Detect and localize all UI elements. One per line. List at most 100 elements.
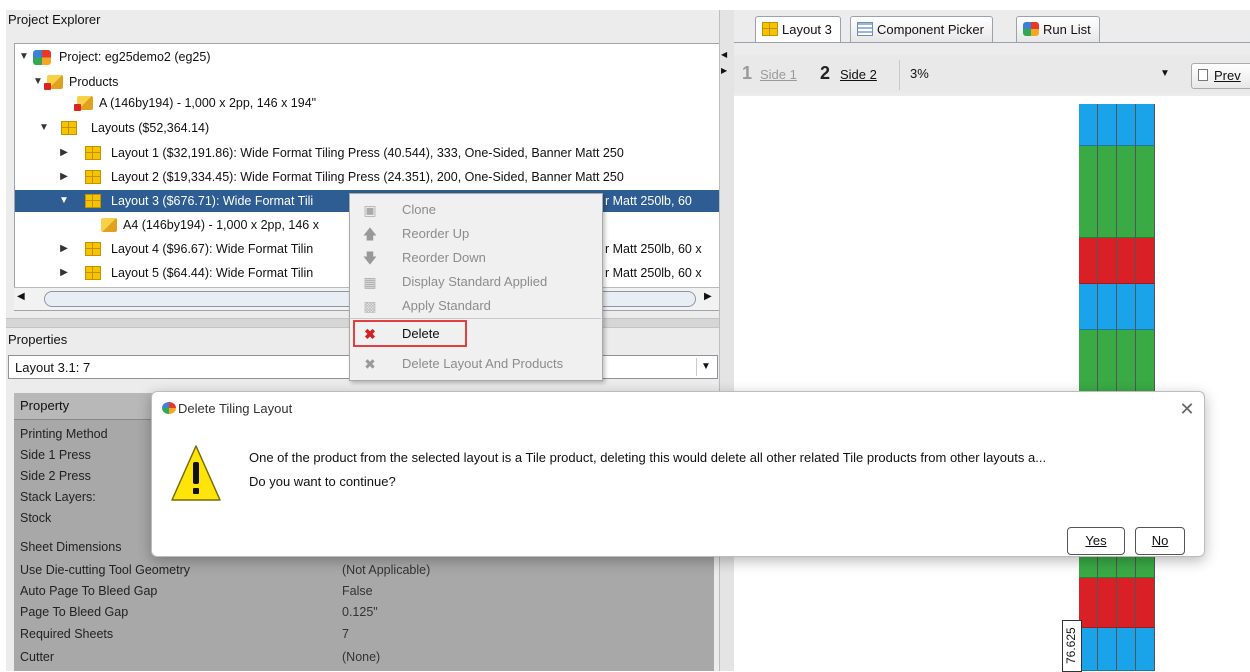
tile-cell <box>1117 146 1136 238</box>
menu-item-reorder-up[interactable]: 🡅 Reorder Up <box>350 222 602 246</box>
prop-label: Side 2 Press <box>20 469 91 483</box>
app-icon <box>162 402 176 414</box>
prop-label: Auto Page To Bleed Gap <box>20 584 158 598</box>
tab-bar-divider <box>734 42 1250 43</box>
prop-label: Sheet Dimensions <box>20 540 122 554</box>
side-1-number[interactable]: 1 <box>742 63 752 84</box>
no-button[interactable]: No <box>1135 527 1185 555</box>
dialog-title: Delete Tiling Layout <box>178 401 293 416</box>
project-explorer-title: Project Explorer <box>8 12 101 27</box>
tree-label-layout-2: Layout 2 ($19,334.45): Wide Format Tilin… <box>111 170 624 184</box>
layout-icon <box>85 266 101 280</box>
clone-icon: ▣ <box>363 202 377 218</box>
scroll-right-arrow-icon[interactable]: ▶ <box>704 291 712 302</box>
splitter-collapse-icon[interactable]: ◀ <box>721 50 727 59</box>
chevron-down-icon[interactable]: ▼ <box>1160 68 1170 79</box>
tab-component-picker[interactable]: Component Picker <box>850 16 993 43</box>
layout-icon <box>85 194 101 208</box>
expanded-triangle-icon[interactable]: ▼ <box>33 71 43 93</box>
collapsed-triangle-icon[interactable]: ▶ <box>59 262 69 284</box>
tab-run-list[interactable]: Run List <box>1016 16 1100 43</box>
splitter-expand-icon[interactable]: ▶ <box>721 66 727 75</box>
tree-label-layout-3: Layout 3 ($676.71): Wide Format Tili <box>111 194 314 208</box>
standard-display-icon: ▦ <box>363 274 377 290</box>
menu-item-display-standard-applied[interactable]: ▦ Display Standard Applied <box>350 270 602 294</box>
toolbar-separator <box>899 60 900 90</box>
menu-label: Reorder Up <box>402 226 470 241</box>
zoom-value: 3% <box>910 66 929 81</box>
zoom-dropdown[interactable]: 3% ▼ <box>906 63 1180 87</box>
tile-cell <box>1098 146 1117 238</box>
property-column-header: Property <box>20 398 70 413</box>
menu-label: Delete Layout And Products <box>402 356 564 371</box>
prop-value[interactable]: 7 <box>342 624 349 644</box>
expanded-triangle-icon[interactable]: ▼ <box>19 46 29 68</box>
context-menu: ▣ Clone 🡅 Reorder Up 🡇 Reorder Down ▦ Di… <box>349 193 603 381</box>
warning-icon <box>171 445 221 501</box>
chevron-down-icon[interactable]: ▼ <box>696 358 715 376</box>
tree-label-a4: A4 (146by194) - 1,000 x 2pp, 146 x <box>123 218 319 232</box>
tree-label-layout-3-tail: r Matt 250lb, 60 <box>605 194 692 208</box>
arrow-up-icon: 🡅 <box>362 226 378 242</box>
tile-cell <box>1079 238 1098 284</box>
close-icon[interactable]: ✕ <box>1176 398 1198 420</box>
tab-label: Run List <box>1043 22 1091 37</box>
component-picker-icon <box>857 22 873 36</box>
prop-value[interactable]: (Not Applicable) <box>342 560 430 580</box>
layout-icon <box>762 22 778 36</box>
menu-label: Reorder Down <box>402 250 486 265</box>
menu-label: Apply Standard <box>402 298 491 313</box>
layouts-folder-icon <box>61 121 77 135</box>
tile-cell <box>1136 284 1155 330</box>
tree-label-products: Products <box>69 75 119 89</box>
side-1-button[interactable]: Side 1 <box>760 67 797 82</box>
tile-cell <box>1117 284 1136 330</box>
collapsed-triangle-icon[interactable]: ▶ <box>59 238 69 260</box>
tile-cell <box>1117 578 1136 628</box>
preview-button[interactable]: Prev <box>1191 63 1250 89</box>
layout-icon <box>85 170 101 184</box>
prop-label: Cutter <box>20 650 55 664</box>
product-icon <box>101 218 117 232</box>
expanded-triangle-icon[interactable]: ▼ <box>59 190 69 212</box>
tiling-strip[interactable] <box>1079 104 1157 671</box>
prop-value[interactable]: (None) <box>342 647 380 667</box>
tile-cell <box>1136 104 1155 146</box>
side-2-button[interactable]: Side 2 <box>840 67 877 82</box>
menu-item-apply-standard[interactable]: ▩ Apply Standard <box>350 294 602 318</box>
tile-cell <box>1098 628 1117 671</box>
menu-item-delete-layout-and-products[interactable]: ✖ Delete Layout And Products <box>350 352 602 376</box>
top-frame <box>0 0 1250 6</box>
tile-cell <box>1098 284 1117 330</box>
vertical-splitter[interactable]: ◀ ▶ <box>719 10 735 671</box>
tree-label-layouts: Layouts ($52,364.14) <box>91 121 210 135</box>
prop-label: Stack Layers: <box>20 490 96 504</box>
yes-button[interactable]: Yes <box>1067 527 1125 555</box>
menu-item-clone[interactable]: ▣ Clone <box>350 198 602 222</box>
dialog-message-line-2: Do you want to continue? <box>249 474 396 489</box>
tab-layout-3[interactable]: Layout 3 <box>755 16 841 43</box>
side-2-number[interactable]: 2 <box>820 63 830 84</box>
product-icon <box>74 96 93 111</box>
layout-canvas[interactable] <box>734 96 1250 671</box>
expanded-triangle-icon[interactable]: ▼ <box>39 117 49 139</box>
menu-label: Clone <box>402 202 436 217</box>
collapsed-triangle-icon[interactable]: ▶ <box>59 142 69 164</box>
preview-label: Prev <box>1214 68 1241 83</box>
tile-cell <box>1079 284 1098 330</box>
collapsed-triangle-icon[interactable]: ▶ <box>59 166 69 188</box>
prop-value[interactable]: 0.125" <box>342 602 378 622</box>
tab-label: Component Picker <box>877 22 984 37</box>
no-label: No <box>1151 533 1169 548</box>
tree-label-layout-5-tail: r Matt 250lb, 60 x <box>605 266 702 280</box>
menu-item-reorder-down[interactable]: 🡇 Reorder Down <box>350 246 602 270</box>
menu-label: Display Standard Applied <box>402 274 548 289</box>
tile-cell <box>1136 238 1155 284</box>
prop-value[interactable]: False <box>342 581 373 601</box>
tile-cell <box>1079 104 1098 146</box>
layout-selector-value: Layout 3.1: 7 <box>15 360 91 375</box>
tree-label-project: Project: eg25demo2 (eg25) <box>59 50 211 64</box>
tree-label-layout-1: Layout 1 ($32,191.86): Wide Format Tilin… <box>111 146 624 160</box>
tile-cell <box>1136 146 1155 238</box>
scroll-left-arrow-icon[interactable]: ◀ <box>17 291 25 302</box>
